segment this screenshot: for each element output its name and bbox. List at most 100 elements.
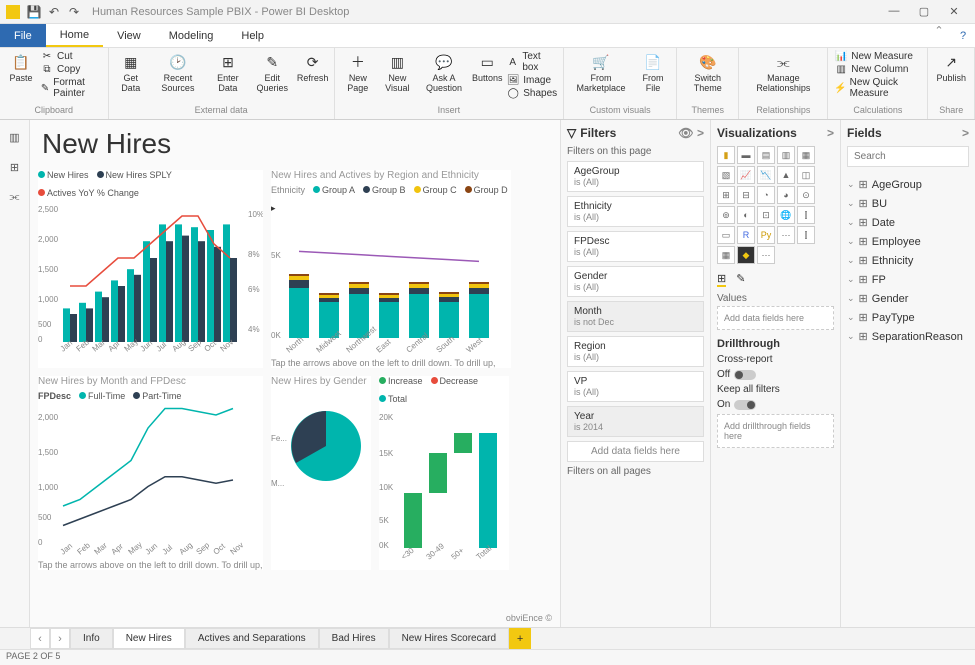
sheet-tab[interactable]: Actives and Separations bbox=[185, 628, 319, 649]
field-gender[interactable]: ⌄⊞Gender bbox=[847, 289, 969, 308]
chart3-legend: FPDesc Full-Time Part-Time bbox=[38, 391, 263, 401]
tab-modeling[interactable]: Modeling bbox=[155, 24, 228, 47]
svg-text:10K: 10K bbox=[379, 483, 394, 492]
field-agegroup[interactable]: ⌄⊞AgeGroup bbox=[847, 175, 969, 194]
filter-region[interactable]: Regionis (All) bbox=[567, 336, 704, 367]
svg-text:2,000: 2,000 bbox=[38, 235, 59, 244]
chart4[interactable]: Fe... M... bbox=[271, 391, 371, 521]
new-quick-measure-button[interactable]: ⚡New Quick Measure bbox=[832, 76, 923, 100]
fields-pane: Fields> ⌄⊞AgeGroup⌄⊞BU⌄⊞Date⌄⊞Employee⌄⊞… bbox=[840, 120, 975, 627]
tab-next[interactable]: › bbox=[50, 628, 70, 649]
field-ethnicity[interactable]: ⌄⊞Ethnicity bbox=[847, 251, 969, 270]
svg-text:Feb: Feb bbox=[76, 540, 93, 555]
ribbon-collapse-icon[interactable]: ⌃ bbox=[927, 24, 951, 47]
new-column-button[interactable]: ▥New Column bbox=[832, 63, 923, 76]
svg-text:500: 500 bbox=[38, 513, 52, 522]
from-marketplace-button[interactable]: 🛒From Marketplace bbox=[568, 50, 634, 96]
chart1[interactable]: 2,5002,0001,5001,0005000 10%8%6%4% JanFe… bbox=[38, 202, 263, 352]
tab-help[interactable]: Help bbox=[227, 24, 278, 47]
svg-text:M...: M... bbox=[271, 479, 284, 488]
add-page-button[interactable]: + bbox=[509, 628, 531, 649]
field-date[interactable]: ⌄⊞Date bbox=[847, 213, 969, 232]
cut-button[interactable]: ✂Cut bbox=[38, 50, 104, 63]
filter-vp[interactable]: VPis (All) bbox=[567, 371, 704, 402]
recent-sources-button[interactable]: 🕑Recent Sources bbox=[149, 50, 207, 96]
chart1-legend: New Hires New Hires SPLY Actives YoY % C… bbox=[38, 170, 263, 198]
ask-question-button[interactable]: 💬Ask A Question bbox=[418, 50, 471, 96]
tab-home[interactable]: Home bbox=[46, 24, 103, 47]
buttons-button[interactable]: ▭Buttons bbox=[470, 50, 504, 86]
chart2[interactable]: 5K0K NorthMidwestNorthwestEastCentralSou… bbox=[271, 218, 511, 353]
title-bar: 💾 ↶ ↷ Human Resources Sample PBIX - Powe… bbox=[0, 0, 975, 24]
copy-button[interactable]: ⧉Copy bbox=[38, 63, 104, 76]
new-page-button[interactable]: ＋New Page bbox=[339, 50, 377, 96]
format-painter-button[interactable]: ✎Format Painter bbox=[38, 76, 104, 100]
values-well[interactable]: Add data fields here bbox=[717, 306, 834, 330]
paste-button[interactable]: 📋Paste bbox=[4, 50, 38, 86]
keep-filters-toggle[interactable] bbox=[734, 400, 756, 410]
chart3[interactable]: 2,0001,5001,0005000 JanFebMarAprMayJunJu… bbox=[38, 405, 263, 555]
field-separationreason[interactable]: ⌄⊞SeparationReason bbox=[847, 327, 969, 346]
svg-text:500: 500 bbox=[38, 320, 52, 329]
file-menu[interactable]: File bbox=[0, 24, 46, 47]
chart5[interactable]: 20K15K10K5K0K <30 30-49 50+ Total bbox=[379, 408, 509, 563]
field-paytype[interactable]: ⌄⊞PayType bbox=[847, 308, 969, 327]
sheet-tab[interactable]: Info bbox=[70, 628, 113, 649]
report-view-icon[interactable]: ▥ bbox=[6, 128, 24, 146]
svg-text:0: 0 bbox=[38, 538, 43, 547]
filter-month[interactable]: Monthis not Dec bbox=[567, 301, 704, 332]
fields-search-input[interactable] bbox=[847, 146, 969, 167]
svg-text:5K: 5K bbox=[271, 251, 281, 260]
switch-theme-button[interactable]: 🎨Switch Theme bbox=[681, 50, 734, 96]
data-view-icon[interactable]: ⊞ bbox=[6, 158, 24, 176]
svg-text:East: East bbox=[375, 337, 394, 353]
filter-ethnicity[interactable]: Ethnicityis (All) bbox=[567, 196, 704, 227]
sheet-tab[interactable]: New Hires bbox=[113, 628, 185, 649]
chart5-legend: Increase Decrease Total bbox=[379, 376, 509, 404]
drillthrough-well[interactable]: Add drillthrough fields here bbox=[717, 414, 834, 448]
help-icon[interactable]: ? bbox=[951, 24, 975, 47]
tab-prev[interactable]: ‹ bbox=[30, 628, 50, 649]
maximize-icon[interactable]: ▢ bbox=[909, 5, 939, 18]
minimize-icon[interactable]: — bbox=[879, 5, 909, 18]
field-employee[interactable]: ⌄⊞Employee bbox=[847, 232, 969, 251]
model-view-icon[interactable]: ⫘ bbox=[6, 188, 24, 206]
edit-queries-button[interactable]: ✎Edit Queries bbox=[249, 50, 296, 96]
svg-text:Jan: Jan bbox=[59, 541, 75, 555]
get-data-button[interactable]: ▦Get Data bbox=[113, 50, 149, 96]
refresh-button[interactable]: ⟳Refresh bbox=[296, 50, 330, 86]
publish-button[interactable]: ↗Publish bbox=[932, 50, 970, 86]
format-tab-icon[interactable]: ✎ bbox=[736, 272, 745, 287]
new-visual-button[interactable]: ▥New Visual bbox=[377, 50, 418, 96]
filter-gender[interactable]: Genderis (All) bbox=[567, 266, 704, 297]
filter-fpdesc[interactable]: FPDescis (All) bbox=[567, 231, 704, 262]
window-title: Human Resources Sample PBIX - Power BI D… bbox=[92, 6, 349, 18]
textbox-button[interactable]: AText box bbox=[504, 50, 559, 74]
filter-agegroup[interactable]: AgeGroupis (All) bbox=[567, 161, 704, 192]
undo-icon[interactable]: ↶ bbox=[44, 5, 64, 19]
from-file-button[interactable]: 📄From File bbox=[634, 50, 672, 96]
shapes-button[interactable]: ◯Shapes bbox=[504, 87, 559, 100]
close-icon[interactable]: ✕ bbox=[939, 5, 969, 18]
ribbon: 📋Paste ✂Cut ⧉Copy ✎Format Painter Clipbo… bbox=[0, 48, 975, 120]
add-filter[interactable]: Add data fields here bbox=[567, 441, 704, 462]
field-bu[interactable]: ⌄⊞BU bbox=[847, 194, 969, 213]
svg-text:Nov: Nov bbox=[229, 540, 246, 555]
enter-data-button[interactable]: ⊞Enter Data bbox=[207, 50, 249, 96]
filter-year[interactable]: Yearis 2014 bbox=[567, 406, 704, 437]
image-button[interactable]: 🖼Image bbox=[504, 74, 559, 87]
manage-relationships-button[interactable]: ⫘Manage Relationships bbox=[743, 50, 823, 96]
fields-tab-icon[interactable]: ⊞ bbox=[717, 272, 726, 287]
save-icon[interactable]: 💾 bbox=[24, 5, 44, 19]
sheet-tab[interactable]: New Hires Scorecard bbox=[389, 628, 509, 649]
page-title: New Hires bbox=[42, 128, 552, 160]
report-canvas[interactable]: New Hires New Hires New Hires SPLY Activ… bbox=[30, 120, 560, 627]
field-fp[interactable]: ⌄⊞FP bbox=[847, 270, 969, 289]
new-measure-button[interactable]: 📊New Measure bbox=[832, 50, 923, 63]
tab-view[interactable]: View bbox=[103, 24, 155, 47]
svg-text:8%: 8% bbox=[248, 250, 260, 259]
sheet-tab[interactable]: Bad Hires bbox=[319, 628, 389, 649]
redo-icon[interactable]: ↷ bbox=[64, 5, 84, 19]
viz-gallery[interactable]: ▮▬▤▥▦▧ 📈📉▲◫⊞⊟ ◔◕⊙⊚◐⊡ 🌐⫿▭RPy⋯ ⫿▦◆⋯ bbox=[717, 146, 834, 264]
cross-report-toggle[interactable] bbox=[734, 370, 756, 380]
